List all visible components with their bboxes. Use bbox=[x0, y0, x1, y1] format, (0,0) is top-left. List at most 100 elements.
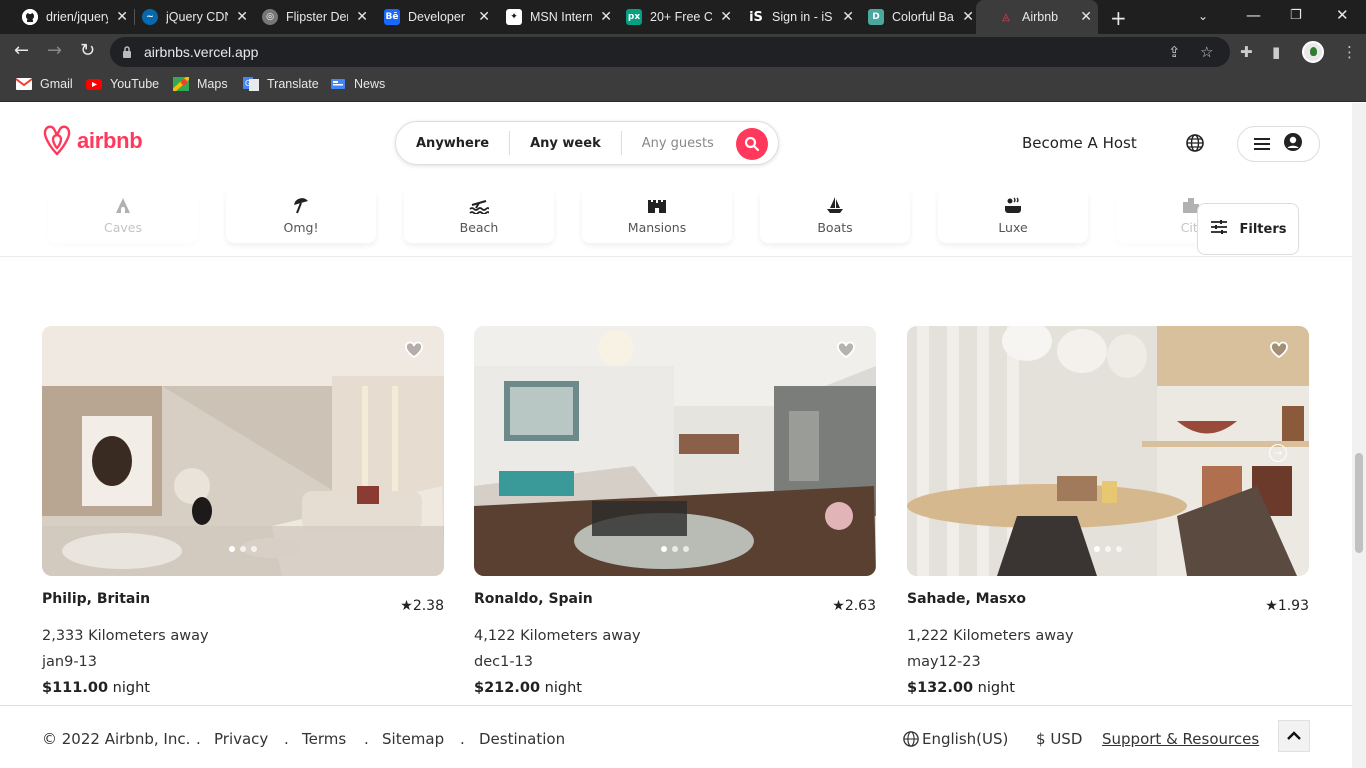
category-label: Beach bbox=[459, 219, 499, 235]
browser-tab[interactable]: ✦ MSN Internet ✕ bbox=[484, 0, 618, 34]
filters-button[interactable]: Filters bbox=[1197, 203, 1299, 255]
castle-icon bbox=[647, 196, 667, 216]
bookmark-star-icon[interactable]: ☆ bbox=[1200, 43, 1213, 61]
url-text[interactable]: airbnbs.vercel.app bbox=[144, 44, 258, 60]
reload-icon[interactable]: ↻ bbox=[80, 41, 95, 61]
category-label: Omg! bbox=[283, 219, 319, 235]
listing-photo[interactable] bbox=[42, 326, 444, 576]
tab-title: 20+ Free C bbox=[650, 10, 712, 24]
search-anywhere[interactable]: Anywhere bbox=[396, 136, 509, 151]
category-mansions[interactable]: Mansions bbox=[582, 187, 732, 243]
minimize-icon[interactable]: — bbox=[1246, 6, 1261, 24]
listing-location: Philip, Britain bbox=[42, 591, 151, 607]
listing-card[interactable]: Philip, Britain ★2.38 2,333 Kilometers a… bbox=[42, 326, 444, 696]
category-luxe[interactable]: Luxe bbox=[938, 187, 1088, 243]
listing-price: $212.00 night bbox=[474, 680, 876, 696]
next-photo-arrow-icon[interactable]: → bbox=[1269, 444, 1287, 462]
category-omg[interactable]: Omg! bbox=[226, 187, 376, 243]
support-resources-link[interactable]: Support & Resources bbox=[1102, 730, 1259, 748]
search-any-week[interactable]: Any week bbox=[510, 136, 621, 151]
close-window-icon[interactable]: ✕ bbox=[1336, 6, 1349, 24]
footer-destination-link[interactable]: Destination bbox=[479, 730, 565, 748]
footer-copyright: © 2022 Airbnb, Inc. bbox=[42, 730, 191, 748]
browser-tab-active[interactable]: ◬ Airbnb ✕ bbox=[976, 0, 1098, 34]
category-beach[interactable]: Beach bbox=[404, 187, 554, 243]
become-host-link[interactable]: Become A Host bbox=[1022, 134, 1137, 152]
bookmark-label: Maps bbox=[197, 77, 228, 91]
listing-card[interactable]: Ronaldo, Spain ★2.63 4,122 Kilometers aw… bbox=[474, 326, 876, 696]
site-header: airbnb Anywhere Any week Any guests Beco… bbox=[0, 103, 1352, 183]
page-scrollbar[interactable] bbox=[1352, 103, 1366, 768]
browser-tab[interactable]: iS Sign in - iS ✕ bbox=[726, 0, 860, 34]
heart-icon[interactable] bbox=[1269, 340, 1289, 362]
cave-icon bbox=[114, 196, 132, 216]
bookmark-translate[interactable]: G Translate bbox=[243, 77, 319, 91]
globe-icon bbox=[903, 731, 919, 747]
bookmark-gmail[interactable]: Gmail bbox=[15, 77, 73, 91]
currency-selector[interactable]: $ USD bbox=[1036, 730, 1082, 748]
search-bar[interactable]: Anywhere Any week Any guests bbox=[395, 121, 779, 165]
new-tab-icon[interactable]: + bbox=[1110, 6, 1127, 30]
close-tab-icon[interactable]: ✕ bbox=[962, 9, 974, 25]
category-shop[interactable]: Sh bbox=[1294, 187, 1352, 243]
search-button[interactable] bbox=[736, 128, 768, 160]
heart-icon[interactable] bbox=[404, 340, 424, 362]
footer-privacy-link[interactable]: Privacy bbox=[214, 730, 268, 748]
extensions-icon[interactable]: ✚ bbox=[1240, 43, 1253, 61]
listing-photo[interactable]: → bbox=[907, 326, 1309, 576]
globe-icon: ◎ bbox=[262, 9, 278, 25]
listing-card[interactable]: → Sahade, Masxo ★1.93 1,222 Kilometers a… bbox=[907, 326, 1309, 696]
scrollbar-thumb[interactable] bbox=[1355, 453, 1363, 553]
globe-icon[interactable] bbox=[1186, 134, 1204, 156]
browser-tab[interactable]: ~ jQuery CDN ✕ bbox=[120, 0, 254, 34]
footer-sitemap-link[interactable]: Sitemap bbox=[382, 730, 444, 748]
address-bar[interactable]: airbnbs.vercel.app bbox=[110, 37, 1230, 67]
price-amount: $111.00 bbox=[42, 680, 109, 696]
listing-photo[interactable] bbox=[474, 326, 876, 576]
browser-tab[interactable]: Bē Developer ✕ bbox=[362, 0, 496, 34]
close-tab-icon[interactable]: ✕ bbox=[1080, 9, 1092, 25]
listing-distance: 1,222 Kilometers away bbox=[907, 628, 1074, 644]
category-caves[interactable]: Caves bbox=[48, 187, 198, 243]
restore-icon[interactable]: ❐ bbox=[1290, 8, 1302, 23]
user-menu-button[interactable] bbox=[1237, 126, 1320, 162]
browser-tab[interactable]: D Colorful Ba ✕ bbox=[846, 0, 980, 34]
browser-tab[interactable]: ◎ Flipster Demo ✕ bbox=[240, 0, 374, 34]
hamburger-icon bbox=[1254, 135, 1271, 154]
back-icon[interactable]: ← bbox=[14, 41, 29, 61]
search-any-guests[interactable]: Any guests bbox=[622, 136, 734, 151]
menu-kebab-icon[interactable]: ⋮ bbox=[1342, 43, 1357, 61]
forward-icon[interactable]: → bbox=[47, 41, 62, 61]
bookmark-news[interactable]: News bbox=[330, 77, 385, 91]
scroll-up-button[interactable] bbox=[1278, 720, 1310, 752]
listing-image-dining bbox=[907, 326, 1309, 576]
listing-dates: dec1-13 bbox=[474, 654, 534, 670]
search-icon bbox=[744, 136, 760, 152]
bookmark-label: Translate bbox=[267, 77, 319, 91]
browser-tab[interactable]: drien/jquery ✕ bbox=[0, 0, 134, 34]
tab-title: drien/jquery bbox=[46, 10, 108, 24]
language-selector[interactable]: English(US) bbox=[903, 730, 1008, 748]
footer-terms-link[interactable]: Terms bbox=[302, 730, 346, 748]
footer-separator: . bbox=[284, 730, 289, 748]
airbnb-logo[interactable]: airbnb bbox=[41, 124, 143, 158]
translate-icon: G bbox=[243, 77, 259, 91]
price-amount: $212.00 bbox=[474, 680, 541, 696]
heart-icon[interactable] bbox=[836, 340, 856, 362]
profile-avatar[interactable] bbox=[1302, 41, 1324, 63]
listing-location: Ronaldo, Spain bbox=[474, 591, 593, 607]
category-boats[interactable]: Boats bbox=[760, 187, 910, 243]
footer-separator: . bbox=[364, 730, 369, 748]
tab-search-icon[interactable]: ⌄ bbox=[1198, 9, 1208, 23]
bookmark-maps[interactable]: Maps bbox=[171, 75, 228, 93]
sliders-icon bbox=[1210, 219, 1228, 239]
bookmark-youtube[interactable]: YouTube bbox=[86, 77, 159, 91]
youtube-icon bbox=[86, 77, 102, 91]
beach-icon bbox=[469, 196, 490, 216]
share-icon[interactable]: ⇪ bbox=[1168, 43, 1181, 61]
currency-symbol: $ bbox=[1036, 730, 1046, 748]
browser-tab[interactable]: px 20+ Free C ✕ bbox=[604, 0, 738, 34]
listing-price: $132.00 night bbox=[907, 680, 1309, 696]
listing-rating: ★2.38 bbox=[400, 598, 444, 614]
side-panel-icon[interactable]: ▮ bbox=[1272, 43, 1280, 61]
